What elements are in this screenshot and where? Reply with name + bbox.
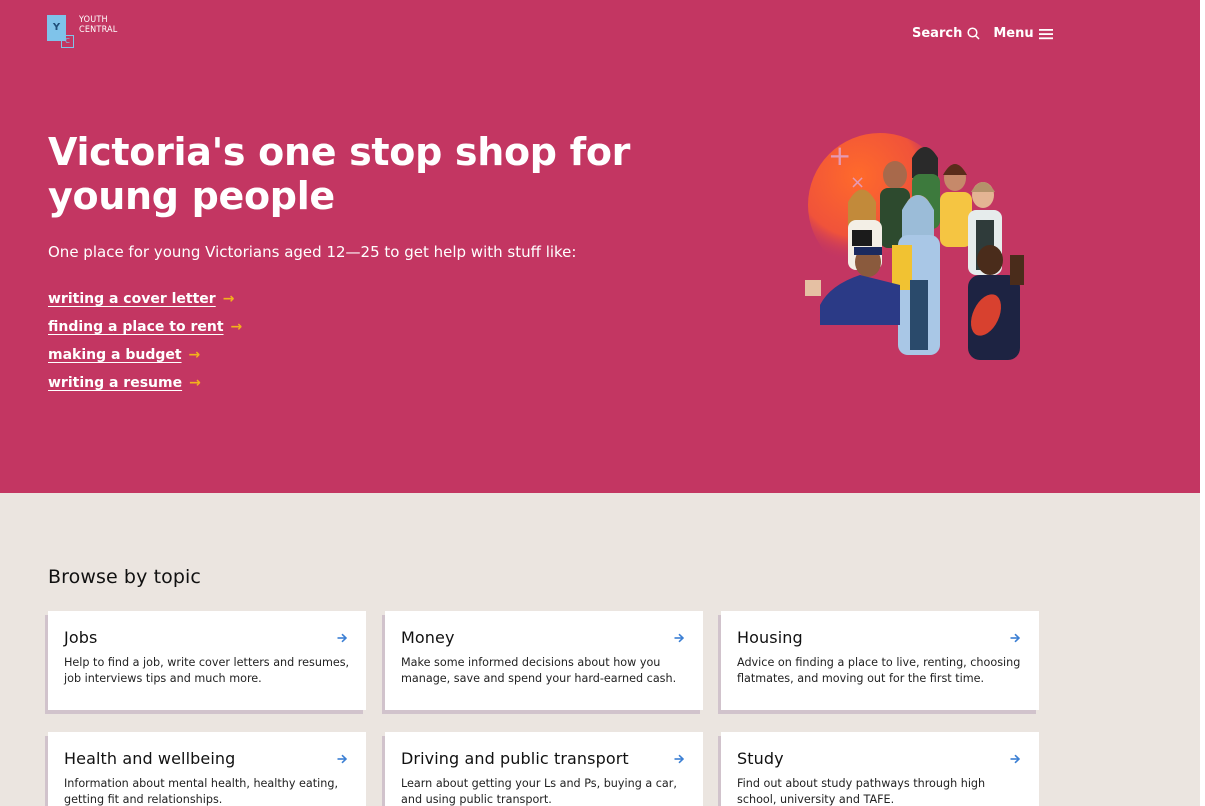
arrow-right-icon: → xyxy=(189,375,201,391)
topic-title: Housing xyxy=(737,628,803,647)
arrow-right-icon xyxy=(674,633,684,643)
hamburger-menu-icon xyxy=(1038,28,1053,39)
browse-section: Browse by topic Jobs Help to find a job,… xyxy=(0,493,1200,806)
topic-card-housing[interactable]: Housing Advice on finding a place to liv… xyxy=(721,611,1039,710)
topic-card-money[interactable]: Money Make some informed decisions about… xyxy=(385,611,703,710)
logo-text: YOUTH CENTRAL xyxy=(79,15,118,35)
arrow-right-icon: → xyxy=(188,347,201,363)
search-label: Search xyxy=(912,26,963,41)
topic-description: Information about mental health, healthy… xyxy=(64,777,339,806)
youth-central-logo[interactable]: Y C YOUTH CENTRAL xyxy=(47,15,117,49)
young-people-illustration: + × xyxy=(805,133,1024,360)
topic-title: Driving and public transport xyxy=(401,749,629,768)
topic-title: Study xyxy=(737,749,784,768)
page-title: Victoria's one stop shop for young peopl… xyxy=(48,130,631,218)
hero-intro: One place for young Victorians aged 12—2… xyxy=(48,243,577,261)
topic-description: Learn about getting your Ls and Ps, buyi… xyxy=(401,777,677,806)
quick-links: writing a cover letter → finding a place… xyxy=(48,285,242,397)
link-budget[interactable]: making a budget xyxy=(48,347,182,363)
topic-card-jobs[interactable]: Jobs Help to find a job, write cover let… xyxy=(48,611,366,710)
browse-heading: Browse by topic xyxy=(48,566,201,588)
arrow-right-icon: → xyxy=(230,319,243,335)
link-place-to-rent[interactable]: finding a place to rent xyxy=(48,319,224,335)
topic-title: Health and wellbeing xyxy=(64,749,236,768)
topic-card-health-wellbeing[interactable]: Health and wellbeing Information about m… xyxy=(48,732,366,806)
topic-card-study[interactable]: Study Find out about study pathways thro… xyxy=(721,732,1039,806)
menu-label: Menu xyxy=(993,26,1034,41)
logo-mark-icon: Y C xyxy=(47,15,75,49)
quick-link-item: writing a resume → xyxy=(48,369,242,397)
quick-link-item: finding a place to rent → xyxy=(48,313,242,341)
quick-link-item: writing a cover letter → xyxy=(48,285,242,313)
hero-banner: Y C YOUTH CENTRAL Search Menu Victoria's… xyxy=(0,0,1200,493)
arrow-right-icon xyxy=(337,754,347,764)
topic-title: Money xyxy=(401,628,455,647)
topic-description: Help to find a job, write cover letters … xyxy=(64,656,350,685)
topic-description: Find out about study pathways through hi… xyxy=(737,777,986,806)
link-cover-letter[interactable]: writing a cover letter xyxy=(48,291,216,307)
arrow-right-icon xyxy=(1010,754,1020,764)
arrow-right-icon xyxy=(674,754,684,764)
quick-link-item: making a budget → xyxy=(48,341,242,369)
arrow-right-icon xyxy=(337,633,347,643)
topic-description: Advice on finding a place to live, renti… xyxy=(737,656,1021,685)
menu-button[interactable]: Menu xyxy=(993,26,1053,41)
topic-card-driving-transport[interactable]: Driving and public transport Learn about… xyxy=(385,732,703,806)
search-button[interactable]: Search xyxy=(912,26,980,41)
svg-text:+: + xyxy=(828,139,851,172)
topic-title: Jobs xyxy=(64,628,98,647)
arrow-right-icon: → xyxy=(222,291,235,307)
arrow-right-icon xyxy=(1010,633,1020,643)
search-icon xyxy=(967,27,980,40)
link-resume[interactable]: writing a resume xyxy=(48,375,182,391)
top-navigation: Search Menu xyxy=(912,26,1053,41)
topic-description: Make some informed decisions about how y… xyxy=(401,656,677,685)
